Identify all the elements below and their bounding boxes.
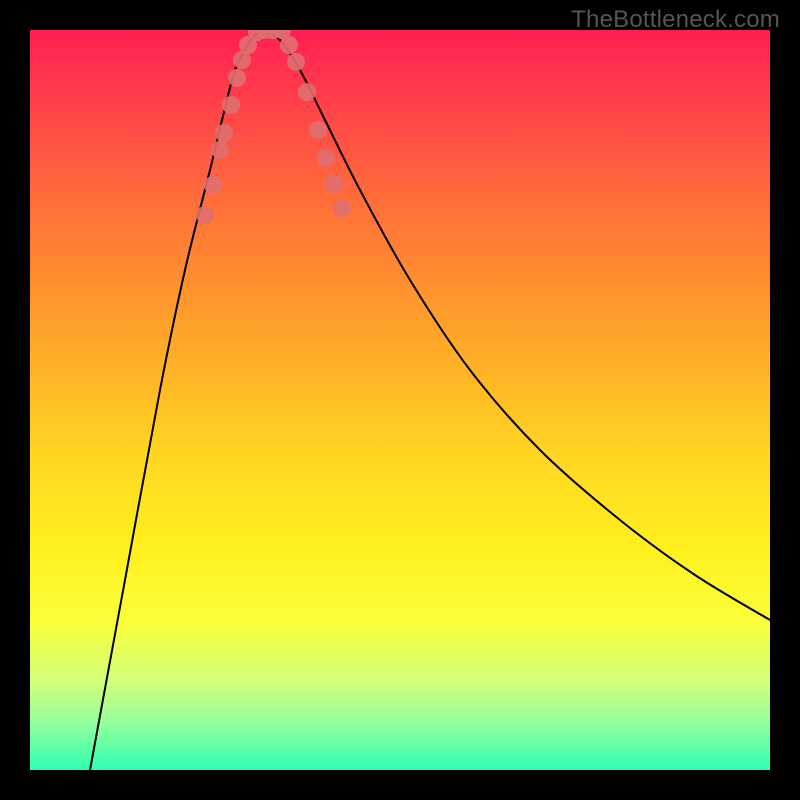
data-point [222,96,240,114]
data-point [317,149,335,167]
curve-left-curve [90,32,265,770]
data-point [228,69,246,87]
data-point [211,141,229,159]
data-point [280,36,298,54]
data-point [333,199,351,217]
data-point [309,121,327,139]
data-point [287,53,305,71]
data-point [196,206,214,224]
data-point [215,124,233,142]
data-point [325,175,343,193]
curve-right-curve [265,32,770,620]
data-point [298,83,316,101]
data-point [204,176,222,194]
chart-svg [30,30,770,770]
